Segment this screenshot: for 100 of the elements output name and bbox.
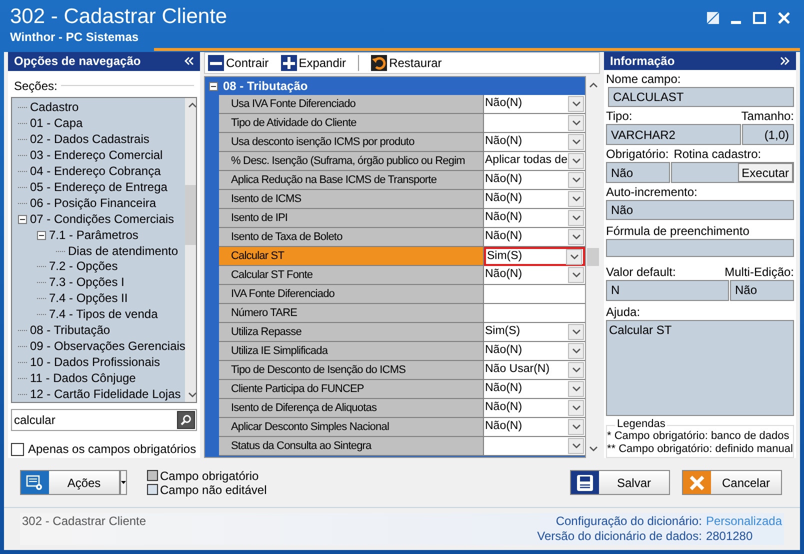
tree-item[interactable]: 11 - Dados Cônjuge xyxy=(30,370,136,386)
checkbox-label[interactable]: Apenas os campos obrigatórios xyxy=(28,440,196,458)
tree-item[interactable]: 03 - Endereço Comercial xyxy=(30,148,163,164)
tree-item[interactable]: 10 - Dados Profissionais xyxy=(30,354,160,370)
toolbar-button[interactable]: Expandir xyxy=(280,54,346,72)
dropdown-field[interactable]: Não(N) xyxy=(484,209,585,228)
tree-item[interactable]: 7.4 - Opções II xyxy=(49,291,128,306)
tree-item[interactable]: 04 - Endereço Cobrança xyxy=(30,164,161,179)
dropdown-field[interactable]: Não(N) xyxy=(484,133,585,152)
tree-item[interactable]: Cadastro xyxy=(30,100,79,116)
dropdown-field[interactable]: Sim(S) xyxy=(484,323,585,342)
field-label: Obrigatório: xyxy=(606,147,669,162)
property-label[interactable]: Tipo de Desconto de Isenção do ICMS xyxy=(219,361,484,380)
property-label[interactable]: Isento de ICMS xyxy=(219,190,484,209)
actions-button[interactable]: Ações xyxy=(20,470,120,495)
dropdown-field[interactable]: Não(N) xyxy=(484,342,585,361)
property-label[interactable]: Utiliza IE Simplificada xyxy=(219,342,484,361)
property-label[interactable]: Calcular ST xyxy=(219,247,484,266)
property-label[interactable]: Utiliza Repasse xyxy=(219,323,484,342)
dropdown-field[interactable]: Não(N) xyxy=(484,418,585,437)
dropdown-field[interactable]: Não(N) xyxy=(484,399,585,418)
property-label[interactable]: Isento de IPI xyxy=(219,209,484,228)
property-label[interactable]: Status da Consulta ao Sintegra xyxy=(219,437,484,456)
scroll-thumb[interactable] xyxy=(587,248,599,266)
search-field[interactable]: calcular xyxy=(11,409,197,431)
collapse-icon[interactable] xyxy=(18,214,27,224)
status-value: 2801280 xyxy=(706,529,754,544)
tree-item[interactable]: 7.4 - Tipos de venda xyxy=(49,307,158,322)
tree-item[interactable]: 09 - Observações Gerenciais xyxy=(30,338,186,354)
tree-item[interactable]: 7.3 - Opções I xyxy=(49,275,124,290)
collapse-icon[interactable] xyxy=(37,230,46,240)
property-label[interactable]: Tipo de Atividade do Cliente xyxy=(219,114,484,133)
scrollbar[interactable] xyxy=(185,98,196,402)
dropdown-field[interactable]: Não(N) xyxy=(484,380,585,399)
field-label: Tipo: xyxy=(606,109,632,124)
maximize-icon[interactable] xyxy=(753,12,766,24)
dropdown-arrow-button[interactable] xyxy=(120,470,127,495)
execute-button[interactable]: Executar xyxy=(738,163,793,182)
caret-down-icon xyxy=(121,481,126,484)
tree-item[interactable]: 7.1 - Parâmetros xyxy=(49,228,138,243)
dropdown-field[interactable]: Sim(S) xyxy=(484,247,585,266)
chevron-down-icon xyxy=(572,367,580,373)
chevron-down-icon xyxy=(572,329,580,335)
field-value: (1,0) xyxy=(742,124,794,145)
text-field[interactable] xyxy=(484,304,585,323)
dropdown-field[interactable]: Não(N) xyxy=(484,228,585,247)
property-label[interactable]: Cliente Participa do FUNCEP xyxy=(219,380,484,399)
property-label[interactable]: Isento de Diferença de Aliquotas xyxy=(219,399,484,418)
toolbar-button[interactable]: Restaurar xyxy=(371,54,442,72)
field-value: Não xyxy=(606,200,794,220)
chevron-down-icon xyxy=(572,424,580,430)
chevron-down-icon xyxy=(572,101,580,107)
property-label[interactable]: Aplicar Desconto Simples Nacional xyxy=(219,418,484,437)
chevron-down-icon xyxy=(572,348,580,354)
dropdown-field[interactable]: Não Usar(N) xyxy=(484,361,585,380)
search-icon[interactable] xyxy=(177,411,195,430)
dropdown-field[interactable]: Não(N) xyxy=(484,190,585,209)
field-value: CALCULAST xyxy=(608,87,794,107)
dropdown-field[interactable]: Não(N) xyxy=(484,266,585,285)
property-label[interactable]: % Desc. Isenção (Suframa, órgão publico ou Regim xyxy=(219,152,484,171)
text-field[interactable] xyxy=(484,285,585,304)
restore-icon[interactable] xyxy=(707,12,719,24)
scroll-thumb[interactable] xyxy=(185,185,196,245)
property-label[interactable]: Usa IVA Fonte Diferenciado xyxy=(219,95,484,114)
field-label: Nome campo: xyxy=(606,72,682,87)
dropdown-field[interactable]: Aplicar todas de xyxy=(484,152,585,171)
window-subtitle: Winthor - PC Sistemas xyxy=(10,30,140,44)
property-label[interactable]: Número TARE xyxy=(219,304,484,323)
collapse-icon[interactable] xyxy=(209,82,218,90)
property-label[interactable]: Usa desconto isenção ICMS por produto xyxy=(219,133,484,152)
tree-item[interactable]: 07 - Condições Comerciais xyxy=(30,212,174,227)
tree-item[interactable]: Dias de atendimento xyxy=(68,244,178,258)
scroll-down-icon xyxy=(188,392,196,398)
close-icon[interactable] xyxy=(778,12,790,24)
tree-item[interactable]: 12 - Cartão Fidelidade Lojas xyxy=(30,386,181,402)
section-title: 08 - Tributação xyxy=(223,78,308,95)
dropdown-field[interactable]: Não(N) xyxy=(484,171,585,190)
property-label[interactable]: Calcular ST Fonte xyxy=(219,266,484,285)
double-chevron-right-icon[interactable] xyxy=(780,57,790,65)
property-label[interactable]: Aplica Redução na Base ICMS de Transporte xyxy=(219,171,484,190)
save-button[interactable]: Salvar xyxy=(570,470,670,495)
routine-name: 302 - Cadastrar Cliente xyxy=(22,513,146,530)
toolbar-button[interactable]: Contrair xyxy=(208,54,269,72)
tree-item[interactable]: 02 - Dados Cadastrais xyxy=(30,132,150,148)
legend-label: Campo não editável xyxy=(160,482,267,498)
property-label[interactable]: Isento de Taxa de Boleto xyxy=(219,228,484,247)
checkbox[interactable] xyxy=(11,442,24,456)
tree-item[interactable]: 06 - Posição Financeira xyxy=(30,196,156,211)
dropdown-field[interactable]: Não(N) xyxy=(484,95,585,114)
tree-item[interactable]: 05 - Endereço de Entrega xyxy=(30,180,168,195)
double-chevron-left-icon[interactable] xyxy=(184,57,194,66)
cancel-button[interactable]: Cancelar xyxy=(682,470,782,495)
tree-item[interactable]: 7.2 - Opções xyxy=(49,259,118,274)
dropdown-field[interactable] xyxy=(484,114,585,133)
tree-item[interactable]: 08 - Tributação xyxy=(30,323,110,338)
property-label[interactable]: IVA Fonte Diferenciado xyxy=(219,285,484,304)
tree-item[interactable]: 01 - Capa xyxy=(30,116,83,132)
field-value: Não xyxy=(606,162,670,183)
legend-label: Campo obrigatório xyxy=(160,468,259,484)
dropdown-field[interactable] xyxy=(484,437,585,456)
